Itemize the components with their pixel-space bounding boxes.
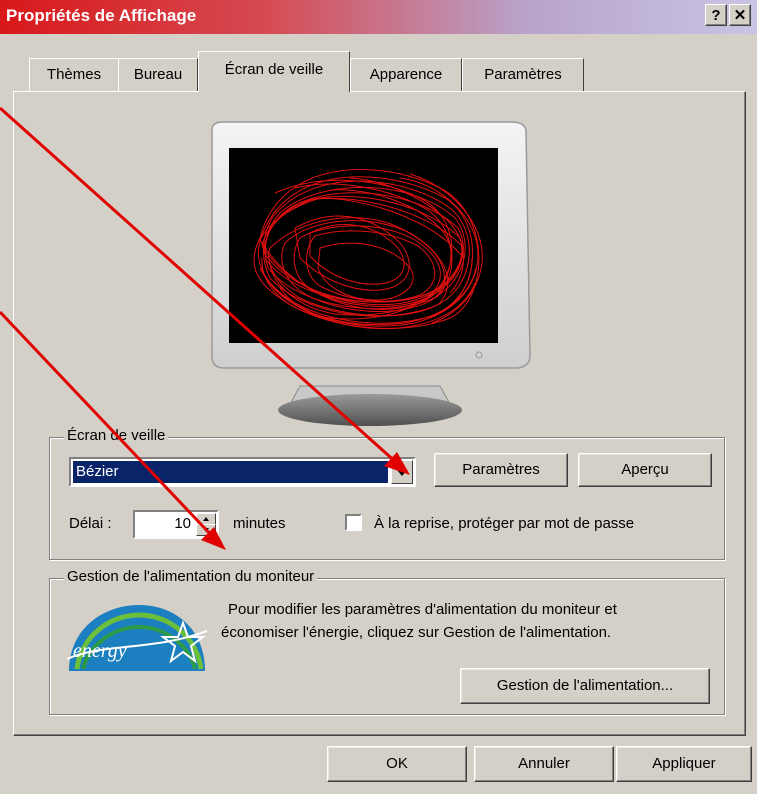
- tab-bureau[interactable]: Bureau: [118, 58, 198, 91]
- ok-button[interactable]: OK: [327, 746, 467, 782]
- cancel-button[interactable]: Annuler: [474, 746, 614, 782]
- chevron-down-icon: [397, 470, 407, 476]
- apply-button[interactable]: Appliquer: [616, 746, 752, 782]
- monitor-preview: [211, 121, 531, 426]
- screensaver-selected: Bézier: [73, 461, 388, 483]
- dropdown-arrow-button[interactable]: [391, 460, 413, 484]
- window-title: Propriétés de Affichage: [6, 6, 197, 25]
- help-button[interactable]: ?: [705, 4, 727, 26]
- tab-themes[interactable]: Thèmes: [29, 58, 119, 91]
- screensaver-preview-button[interactable]: Aperçu: [578, 453, 712, 487]
- tab-screensaver[interactable]: Écran de veille: [198, 51, 350, 92]
- tab-apparence[interactable]: Apparence: [350, 58, 462, 91]
- screensaver-settings-button[interactable]: Paramètres: [434, 453, 568, 487]
- energy-logo-text: energy: [73, 640, 127, 662]
- spin-down-button[interactable]: [196, 524, 216, 536]
- close-button[interactable]: ✕: [729, 4, 751, 26]
- tab-parametres[interactable]: Paramètres: [462, 58, 584, 91]
- minutes-label: minutes: [233, 515, 286, 532]
- delay-value: 10: [174, 515, 191, 532]
- screensaver-dropdown[interactable]: Bézier: [69, 457, 416, 487]
- title-bar: Propriétés de Affichage ? ✕: [0, 0, 757, 34]
- password-checkbox[interactable]: [345, 514, 362, 531]
- down-arrow-icon: [203, 528, 209, 532]
- power-management-button[interactable]: Gestion de l'alimentation...: [460, 668, 710, 704]
- up-arrow-icon: [203, 517, 209, 521]
- power-description-line1: Pour modifier les paramètres d'alimentat…: [228, 601, 617, 618]
- power-description-line2: économiser l'énergie, cliquez sur Gestio…: [221, 624, 612, 641]
- power-group-label: Gestion de l'alimentation du moniteur: [64, 568, 318, 585]
- delay-label: Délai :: [69, 515, 112, 532]
- password-label: À la reprise, protéger par mot de passe: [374, 515, 635, 532]
- energy-star-logo: energy: [66, 605, 208, 671]
- delay-spinner[interactable]: 10: [133, 510, 219, 539]
- screensaver-group-label: Écran de veille: [64, 427, 169, 444]
